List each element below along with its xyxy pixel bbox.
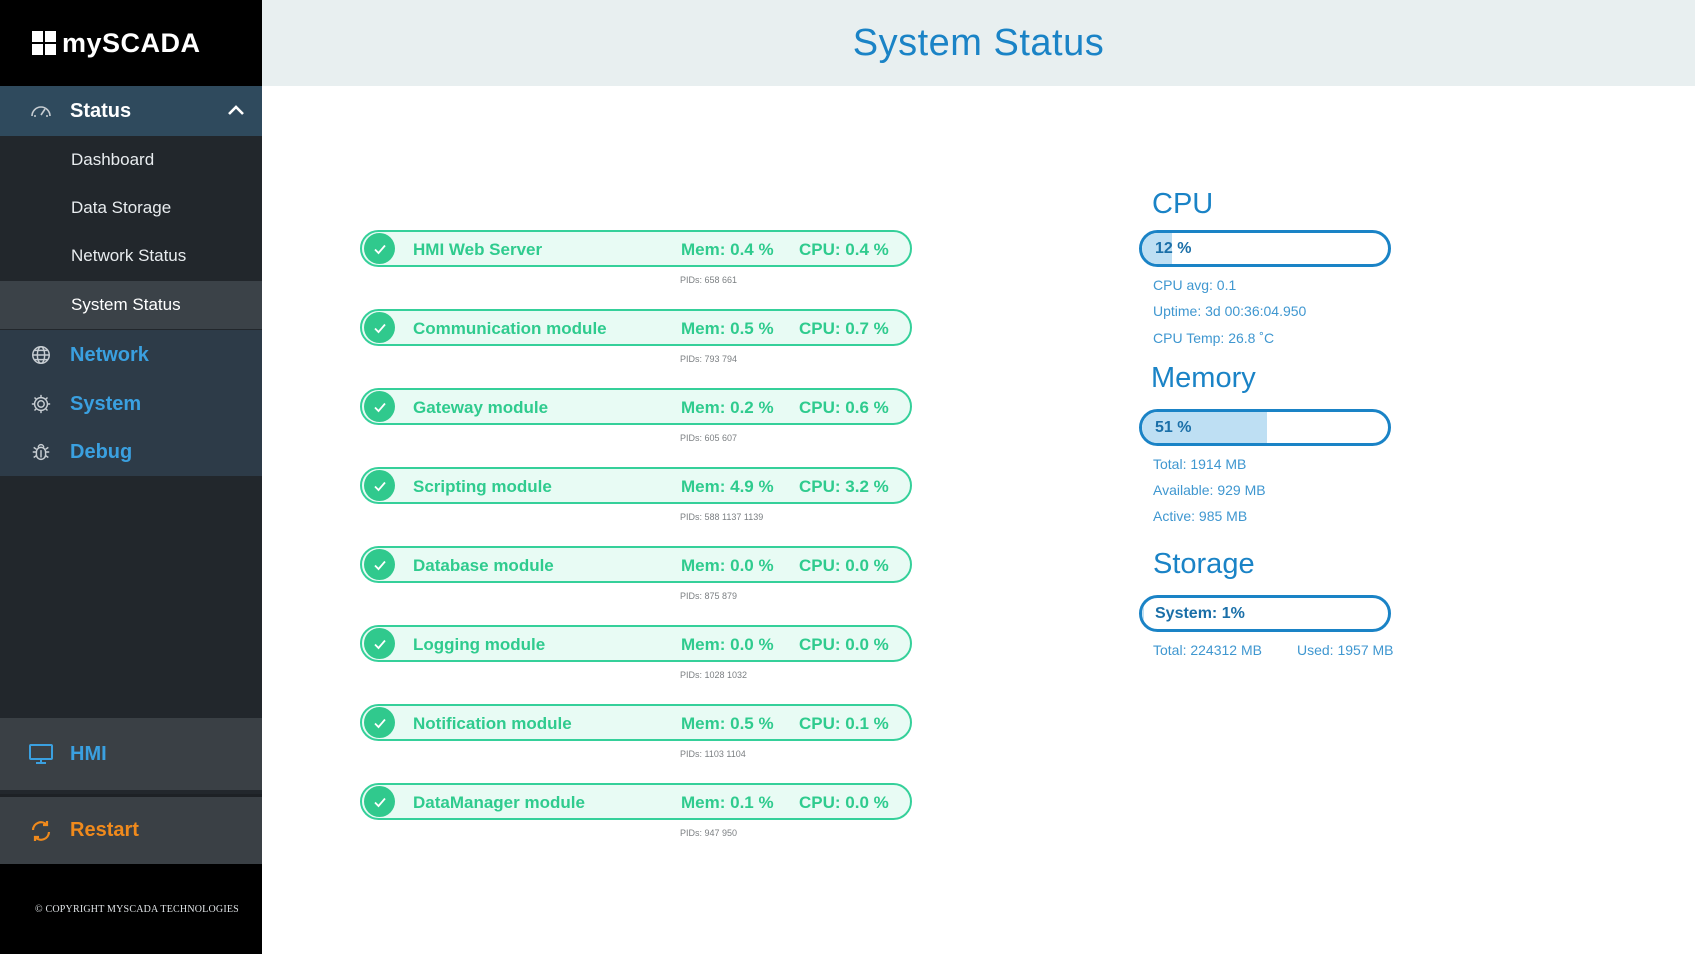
gauge-icon: [28, 98, 54, 124]
gear-icon: [28, 391, 54, 417]
cpu-title: CPU: [1152, 188, 1214, 220]
globe-icon: [28, 342, 54, 368]
sidebar: mySCADA Status Dashboard Data Storage Ne…: [0, 0, 262, 954]
service-cpu: CPU: 0.4 %: [799, 240, 889, 259]
service-row: Logging module Mem: 0.0 % CPU: 0.0 %: [360, 625, 912, 662]
service-row: Gateway module Mem: 0.2 % CPU: 0.6 %: [360, 388, 912, 425]
memory-bar-label: 51 %: [1155, 419, 1192, 436]
memory-total: Total: 1914 MB: [1153, 456, 1247, 472]
sidebar-item-dashboard[interactable]: Dashboard: [0, 136, 262, 184]
cpu-bar-label: 12 %: [1155, 240, 1192, 257]
logo-bar[interactable]: mySCADA: [0, 0, 262, 86]
service-pids: PIDs: 1028 1032: [680, 670, 748, 680]
nav-network[interactable]: Network: [0, 330, 262, 380]
storage-used: Used: 1957 MB: [1297, 642, 1394, 658]
service-row: Scripting module Mem: 4.9 % CPU: 3.2 %: [360, 467, 912, 504]
service-row: DataManager module Mem: 0.1 % CPU: 0.0 %: [360, 783, 912, 820]
service-mem: Mem: 0.2 %: [681, 398, 774, 417]
storage-total: Total: 224312 MB: [1153, 642, 1262, 658]
service-name: DataManager module: [413, 793, 585, 812]
service-pids: PIDs: 1103 1104: [680, 749, 746, 759]
service-name: Scripting module: [413, 477, 552, 496]
nav-network-label: Network: [70, 343, 149, 366]
check-circle-icon: [364, 233, 395, 264]
page-header: System Status: [262, 0, 1695, 86]
service-row: Communication module Mem: 0.5 % CPU: 0.7 %: [360, 309, 912, 346]
memory-title: Memory: [1151, 362, 1256, 394]
monitor-icon: [28, 741, 54, 767]
service-pids: PIDs: 875 879: [680, 591, 738, 601]
logo-icon: [32, 31, 56, 55]
logo-text: mySCADA: [62, 27, 201, 58]
check-circle-icon: [364, 312, 395, 343]
service-name: Logging module: [413, 635, 546, 654]
service-cpu: CPU: 0.0 %: [799, 635, 889, 654]
service-cpu: CPU: 0.0 %: [799, 793, 889, 812]
restart-button[interactable]: Restart: [0, 794, 262, 864]
cpu-uptime: Uptime: 3d 00:36:04.950: [1153, 303, 1307, 319]
service-pids: PIDs: 588 1137 1139: [680, 512, 764, 522]
sidebar-item-network-status[interactable]: Network Status: [0, 232, 262, 280]
memory-progress-bar: 51 %: [1139, 409, 1391, 446]
app-root: mySCADA Status Dashboard Data Storage Ne…: [0, 0, 1695, 954]
service-mem: Mem: 0.0 %: [681, 556, 774, 575]
hmi-button[interactable]: HMI: [0, 718, 262, 790]
nav-debug[interactable]: Debug: [0, 428, 262, 476]
chevron-up-icon[interactable]: [224, 99, 248, 123]
check-circle-icon: [364, 549, 395, 580]
check-circle-icon: [364, 470, 395, 501]
service-name: Gateway module: [413, 398, 549, 417]
service-name: Communication module: [413, 319, 607, 338]
check-circle-icon: [364, 391, 395, 422]
cpu-avg: CPU avg: 0.1: [1153, 277, 1237, 293]
memory-active: Active: 985 MB: [1153, 508, 1248, 524]
service-pids: PIDs: 947 950: [680, 828, 738, 838]
service-cpu: CPU: 0.6 %: [799, 398, 889, 417]
nav-system-label: System: [70, 392, 142, 415]
check-circle-icon: [364, 786, 395, 817]
service-cpu: CPU: 3.2 %: [799, 477, 889, 496]
service-row: Database module Mem: 0.0 % CPU: 0.0 %: [360, 546, 912, 583]
service-row: HMI Web Server Mem: 0.4 % CPU: 0.4 %: [360, 230, 912, 267]
service-mem: Mem: 4.9 %: [681, 477, 774, 496]
service-mem: Mem: 0.1 %: [681, 793, 774, 812]
nav-debug-label: Debug: [70, 440, 133, 463]
service-mem: Mem: 0.5 %: [681, 319, 774, 338]
service-mem: Mem: 0.4 %: [681, 240, 774, 259]
nav-system[interactable]: System: [0, 380, 262, 428]
storage-progress-bar: System: 1%: [1139, 595, 1391, 632]
storage-bar-label: System: 1%: [1155, 605, 1245, 622]
service-pids: PIDs: 793 794: [680, 354, 738, 364]
copyright-footer: © COPYRIGHT MYSCADA TECHNOLOGIES: [0, 864, 262, 954]
sidebar-item-data-storage[interactable]: Data Storage: [0, 184, 262, 232]
service-mem: Mem: 0.0 %: [681, 635, 774, 654]
nav-status-label: Status: [70, 99, 132, 122]
nav-status[interactable]: Status: [0, 86, 262, 136]
cpu-progress-bar: 12 %: [1139, 230, 1391, 267]
copyright-text: © COPYRIGHT MYSCADA TECHNOLOGIES: [35, 903, 239, 915]
service-cpu: CPU: 0.7 %: [799, 319, 889, 338]
service-pids: PIDs: 605 607: [680, 433, 738, 443]
bug-icon: [28, 439, 54, 465]
memory-available: Available: 929 MB: [1153, 482, 1266, 498]
service-pids: PIDs: 658 661: [680, 275, 738, 285]
service-cpu: CPU: 0.1 %: [799, 714, 889, 733]
storage-bar-fill: [1142, 598, 1145, 629]
refresh-icon: [28, 818, 54, 844]
page-title: System Status: [852, 21, 1105, 64]
cpu-temp: CPU Temp: 26.8 ˚C: [1153, 330, 1275, 346]
service-mem: Mem: 0.5 %: [681, 714, 774, 733]
storage-title: Storage: [1153, 548, 1255, 580]
check-circle-icon: [364, 628, 395, 659]
service-cpu: CPU: 0.0 %: [799, 556, 889, 575]
restart-label: Restart: [70, 819, 139, 841]
sidebar-item-system-status[interactable]: System Status: [0, 281, 262, 329]
hmi-label: HMI: [70, 742, 107, 765]
service-name: Database module: [413, 556, 554, 575]
service-row: Notification module Mem: 0.5 % CPU: 0.1 %: [360, 704, 912, 741]
service-name: Notification module: [413, 714, 572, 733]
check-circle-icon: [364, 707, 395, 738]
service-name: HMI Web Server: [413, 240, 543, 259]
